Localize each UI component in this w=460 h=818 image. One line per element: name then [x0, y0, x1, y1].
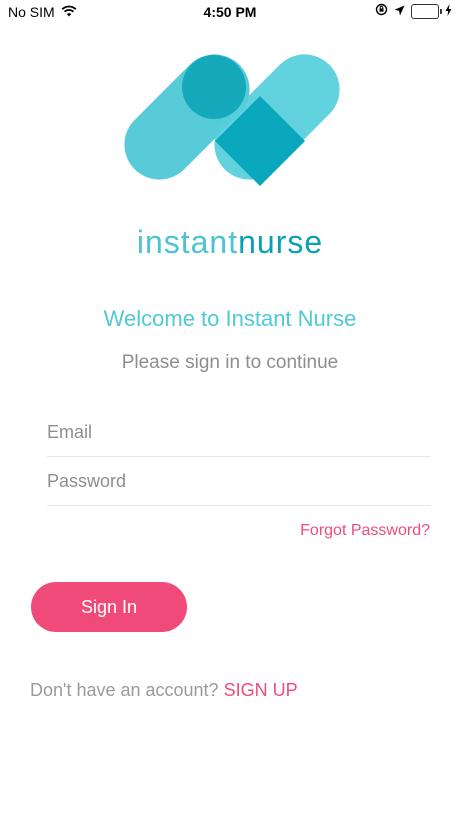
- email-field[interactable]: [47, 409, 431, 456]
- charging-icon: [445, 3, 452, 19]
- brand-part-instant: instant: [136, 224, 239, 260]
- app-logo: [115, 52, 347, 199]
- welcome-title: Welcome to Instant Nurse: [103, 306, 357, 331]
- status-right: [375, 3, 452, 19]
- brand-wordmark: instantnurse: [0, 224, 460, 261]
- orientation-lock-icon: [375, 3, 388, 19]
- password-field[interactable]: [47, 458, 431, 505]
- battery-icon: [411, 3, 442, 19]
- sign-up-link[interactable]: SIGN UP: [224, 680, 298, 700]
- signin-subtitle: Please sign in to continue: [121, 352, 339, 373]
- brand-part-nurse: nurse: [238, 224, 324, 260]
- sign-in-button[interactable]: Sign In: [31, 582, 187, 632]
- location-arrow-icon: [394, 3, 405, 19]
- status-bar: No SIM 4:50 PM: [0, 0, 460, 24]
- email-field-container: [47, 409, 431, 457]
- signup-row: Don't have an account? SIGN UP: [30, 680, 298, 701]
- forgot-password-link[interactable]: Forgot Password?: [300, 522, 430, 540]
- password-field-container: [47, 458, 431, 506]
- signup-prompt: Don't have an account?: [30, 680, 219, 700]
